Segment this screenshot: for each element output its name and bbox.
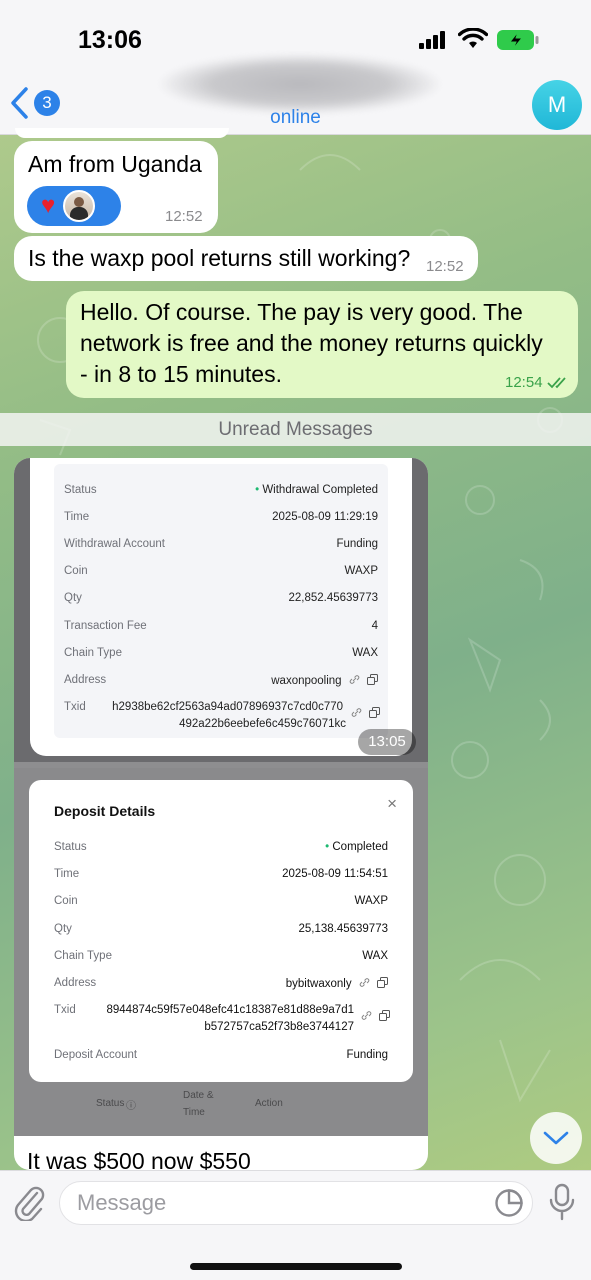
chat-header: 13:06 3 online M — [0, 0, 591, 135]
link-icon — [349, 675, 360, 684]
status-clock: 13:06 — [78, 26, 142, 54]
reaction-pill[interactable]: ♥ — [27, 186, 121, 226]
deposit-details-modal: Deposit Details × Status • Completed Tim… — [29, 780, 413, 1082]
link-icon — [361, 1011, 372, 1020]
message-line-1: Hello. Of course. The pay is very good. … — [80, 299, 523, 325]
close-icon: × — [387, 794, 397, 813]
message-text: Is the waxp pool returns still working? — [28, 245, 411, 271]
reactor-avatar — [63, 190, 96, 222]
paperclip-icon[interactable] — [13, 1185, 45, 1221]
previous-message-edge — [15, 128, 229, 138]
message-composer: Message — [0, 1170, 591, 1280]
withdrawal-screenshot[interactable]: Status • Withdrawal Completed Time 2025-0… — [14, 458, 428, 762]
scroll-to-bottom-button[interactable] — [530, 1112, 582, 1164]
photo-time: 13:05 — [358, 729, 416, 755]
unread-messages-divider: Unread Messages — [0, 413, 591, 446]
incoming-message[interactable]: Am from Uganda ♥ 12:52 — [14, 141, 218, 233]
deposit-screenshot[interactable]: Deposit Details × Status • Completed Tim… — [14, 768, 428, 1136]
copy-icon — [369, 707, 380, 718]
message-time: 12:52 — [426, 258, 464, 275]
info-icon: ⓘ — [126, 1101, 136, 1112]
heart-icon: ♥ — [41, 192, 56, 219]
outgoing-message[interactable]: Hello. Of course. The pay is very good. … — [66, 291, 578, 398]
message-text: Am from Uganda — [28, 151, 202, 177]
photo-caption: It was $500 now $550 — [27, 1148, 251, 1170]
home-indicator — [190, 1263, 402, 1270]
copy-icon — [367, 674, 378, 685]
wifi-icon — [458, 28, 488, 48]
modal-title: Deposit Details — [54, 803, 156, 819]
photo-message[interactable]: Status • Withdrawal Completed Time 2025-0… — [14, 458, 428, 1170]
sticker-icon[interactable] — [494, 1188, 524, 1218]
copy-icon — [377, 977, 388, 988]
microphone-icon[interactable] — [548, 1183, 576, 1221]
contact-name-redacted[interactable] — [160, 54, 440, 114]
battery-charging-icon — [497, 30, 539, 50]
copy-icon — [379, 1010, 390, 1021]
withdrawal-details-table: Status • Withdrawal Completed Time 2025-0… — [54, 464, 388, 738]
chevron-down-icon — [543, 1131, 569, 1145]
message-line-2: network is free and the money returns qu… — [80, 330, 543, 356]
double-check-icon — [547, 377, 566, 389]
cellular-signal-icon — [419, 31, 445, 49]
message-time: 12:54 — [505, 374, 543, 391]
incoming-message[interactable]: Is the waxp pool returns still working? … — [14, 236, 478, 281]
link-icon — [359, 978, 370, 987]
contact-avatar[interactable]: M — [532, 80, 582, 130]
link-icon — [351, 708, 362, 717]
contact-status: online — [270, 107, 321, 128]
message-line-3: - in 8 to 15 minutes. — [80, 361, 282, 387]
message-time: 12:52 — [165, 208, 203, 225]
message-input[interactable]: Message — [59, 1181, 533, 1225]
